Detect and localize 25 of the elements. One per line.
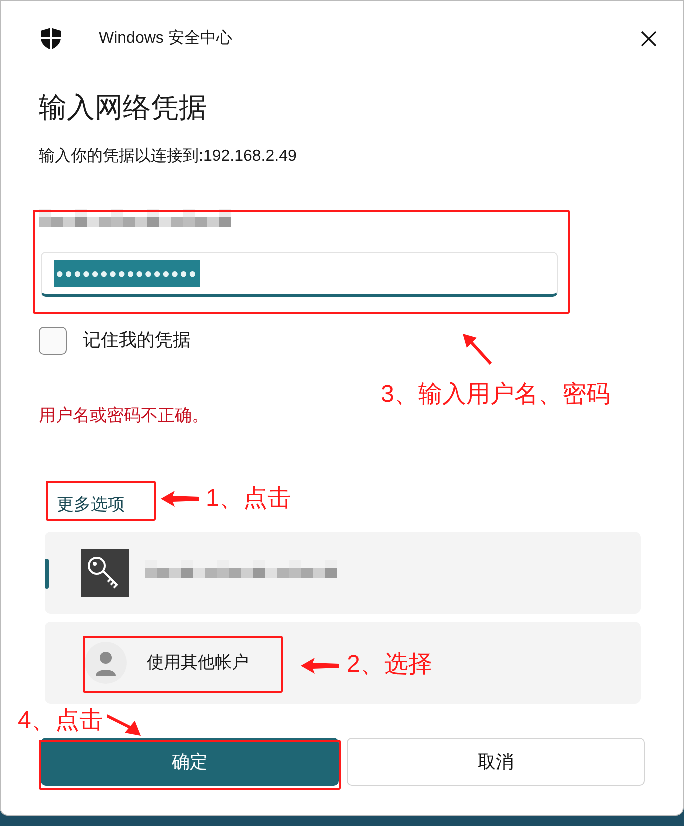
password-dots: ●●●●●●●●●●●●●●●● xyxy=(54,260,200,288)
checkbox[interactable] xyxy=(39,326,67,355)
dialog-heading: 输入网络凭据 xyxy=(39,91,208,125)
ok-button[interactable]: 确定 xyxy=(41,738,339,786)
account-label: 使用其他帐户 xyxy=(147,652,249,674)
annotation-arrow xyxy=(107,714,141,736)
annotation-text: 4、点击 xyxy=(18,709,104,733)
cancel-button[interactable]: 取消 xyxy=(347,738,645,786)
key-icon xyxy=(81,549,129,598)
shield-icon xyxy=(39,27,63,51)
close-icon[interactable] xyxy=(641,31,657,47)
annotation-text: 3、输入用户名、密码 xyxy=(381,383,610,407)
checkbox-label: 记住我的凭据 xyxy=(83,329,191,352)
annotation-text: 1、点击 xyxy=(206,487,292,511)
connection-text: 输入你的凭据以连接到:192.168.2.49 xyxy=(39,146,298,167)
password-field[interactable]: ●●●●●●●●●●●●●●●● xyxy=(41,252,558,297)
annotation-arrow xyxy=(463,334,493,366)
error-message: 用户名或密码不正确。 xyxy=(39,404,210,427)
annotation-text: 2、选择 xyxy=(347,653,432,677)
window-title: Windows 安全中心 xyxy=(99,28,232,49)
account-tile[interactable] xyxy=(45,532,641,614)
annotation-arrow xyxy=(161,489,199,509)
more-options-link[interactable]: 更多选项 xyxy=(57,495,125,514)
avatar-icon xyxy=(85,642,127,684)
annotation-arrow xyxy=(301,656,339,676)
